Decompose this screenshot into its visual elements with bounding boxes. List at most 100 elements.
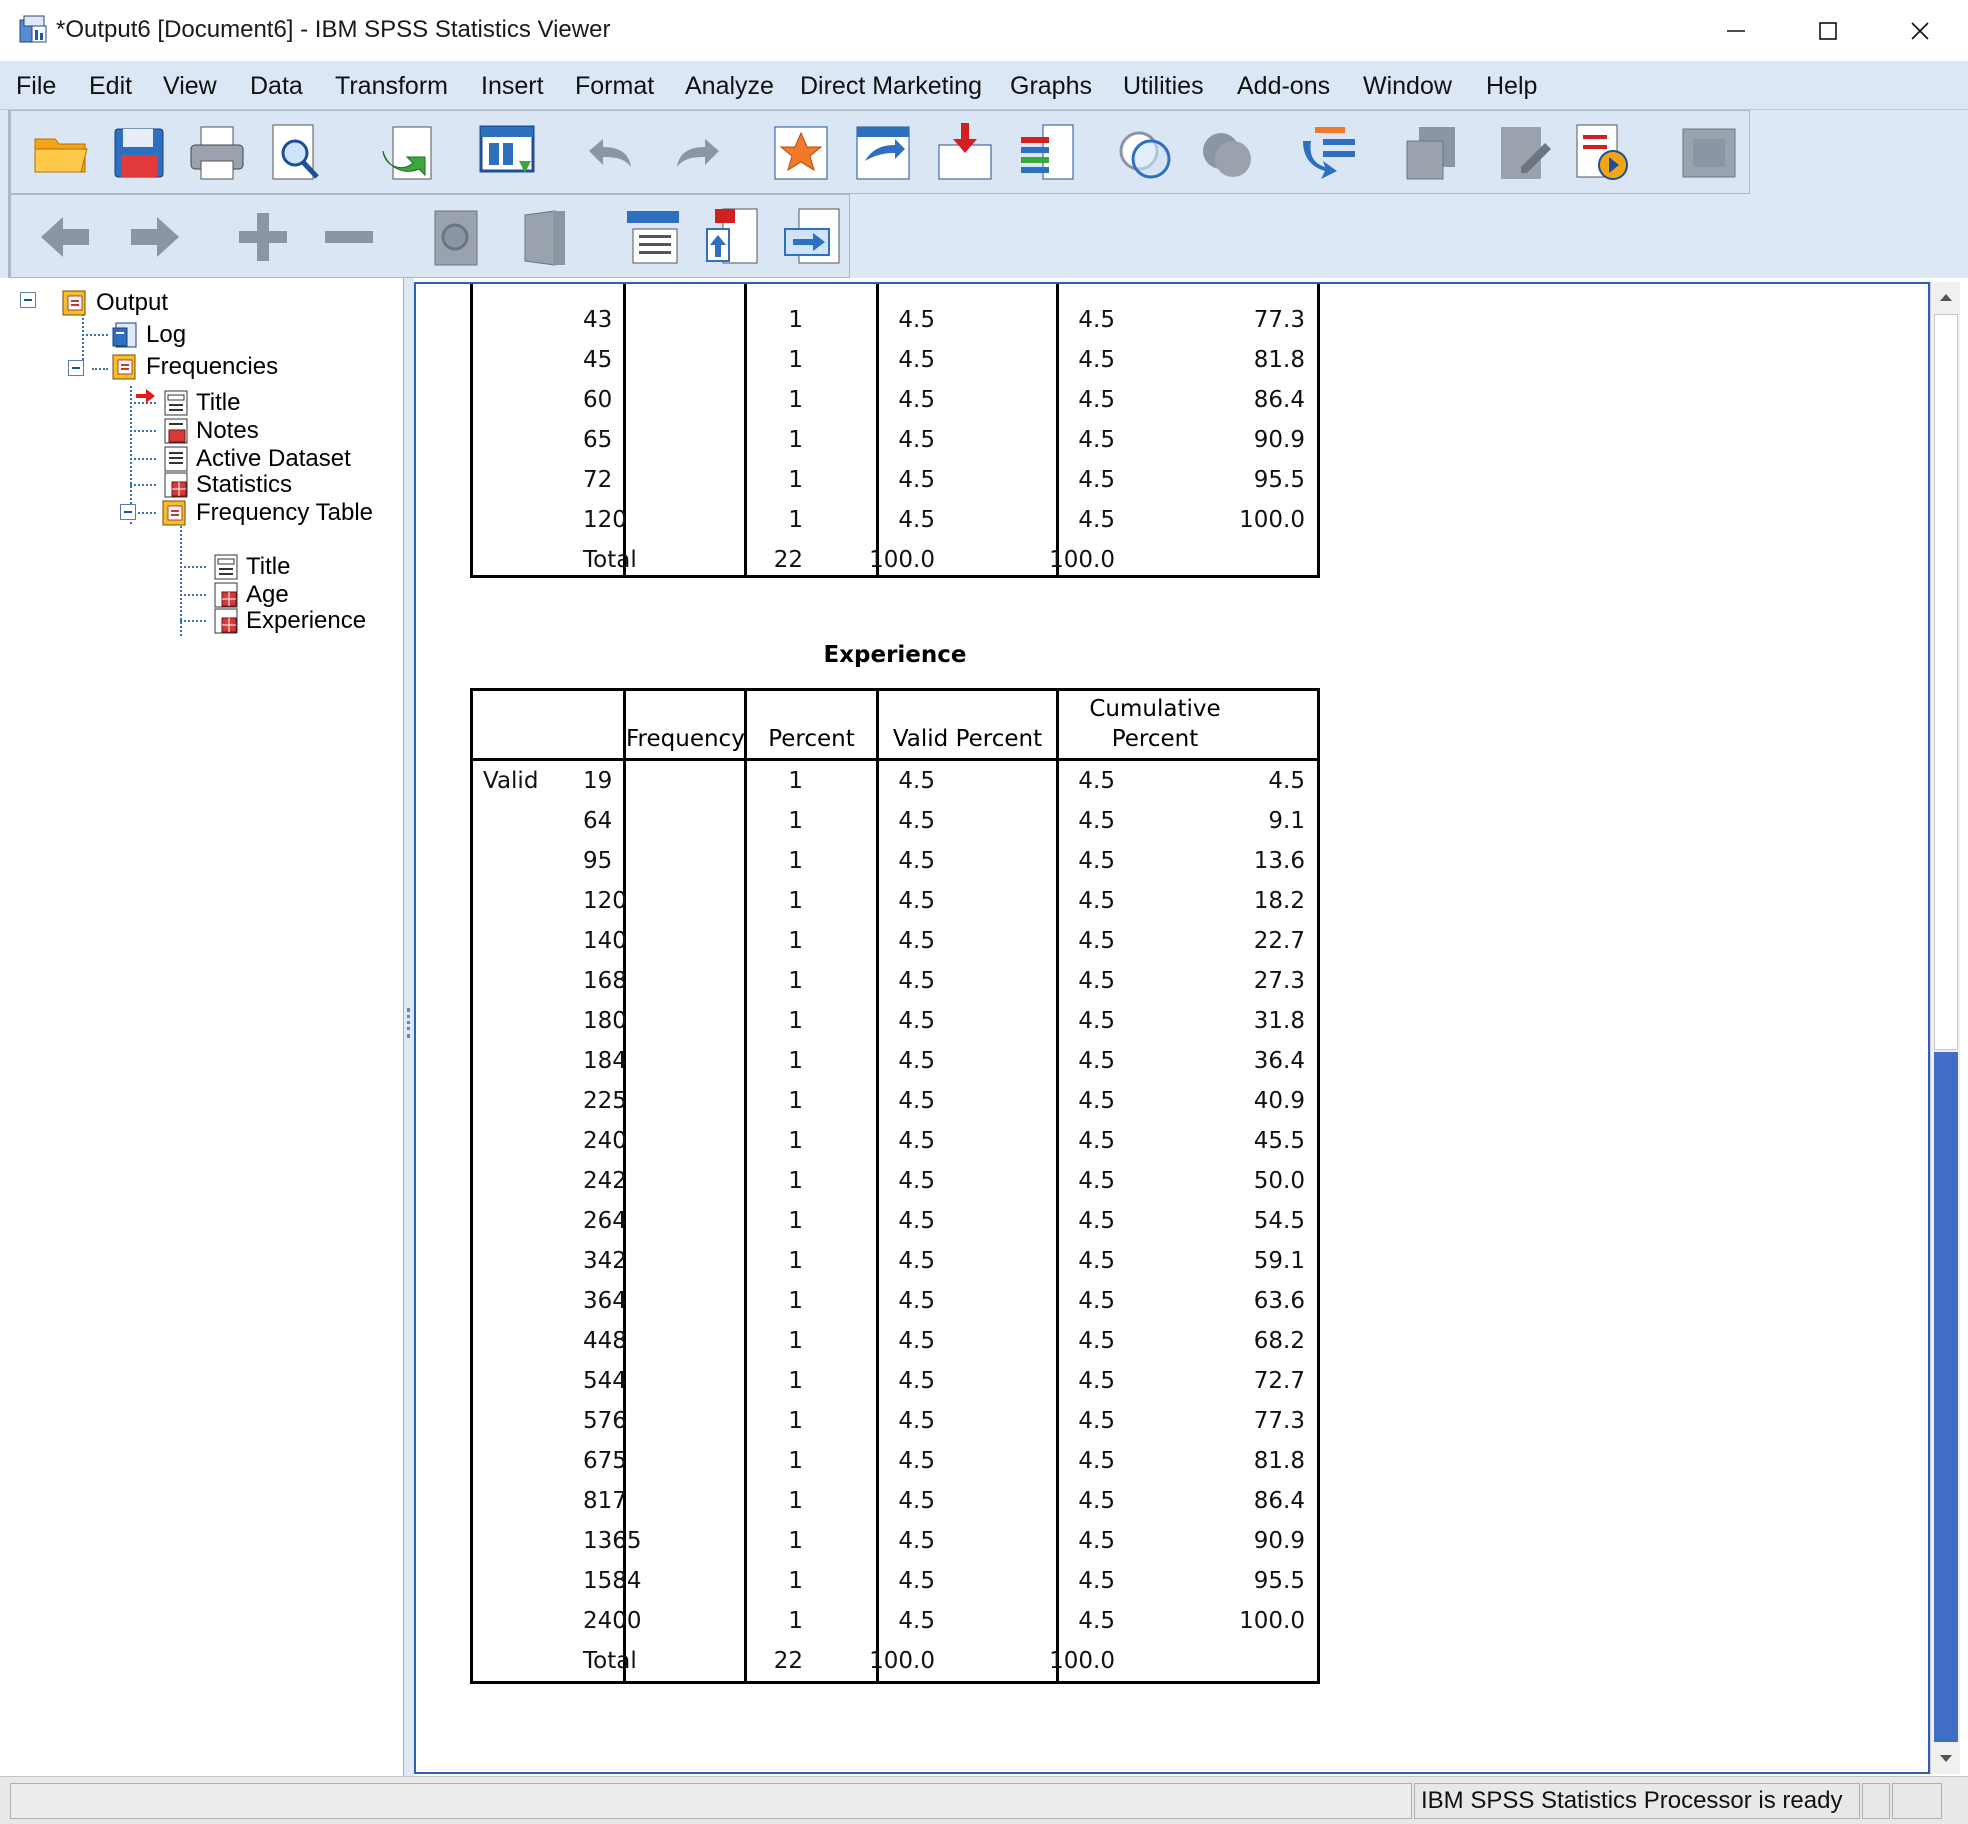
print-icon[interactable] (185, 121, 249, 185)
menu-analyze[interactable]: Analyze (685, 72, 774, 101)
total-label: Total (583, 1648, 637, 1674)
expand-icon[interactable] (231, 205, 295, 269)
tree-item-title-2[interactable]: Title (210, 552, 290, 582)
run-script-icon[interactable] (1569, 121, 1633, 185)
scroll-up-button[interactable] (1931, 282, 1961, 312)
row-value: 19 (583, 768, 613, 794)
recall-dialog-icon[interactable] (475, 121, 539, 185)
redo-icon[interactable] (667, 121, 731, 185)
collapse-output-toggle[interactable] (20, 292, 36, 308)
row-cumulative-percent: 50.0 (1253, 1168, 1305, 1194)
row-valid-percent: 4.5 (1078, 928, 1115, 954)
venn-icon[interactable] (1113, 121, 1177, 185)
menu-utilities[interactable]: Utilities (1123, 72, 1204, 101)
status-panel (1862, 1783, 1890, 1819)
variables-icon[interactable] (1015, 121, 1079, 185)
menu-view[interactable]: View (163, 72, 217, 101)
maximize-button[interactable] (1782, 0, 1874, 62)
row-cumulative-percent: 36.4 (1253, 1048, 1305, 1074)
spss-app-icon (19, 15, 47, 43)
menu-transform[interactable]: Transform (335, 72, 448, 101)
row-frequency: 1 (788, 467, 803, 493)
row-value: 448 (583, 1328, 627, 1354)
insert-text-icon[interactable] (781, 205, 845, 269)
open-icon[interactable] (29, 121, 93, 185)
scroll-thumb[interactable] (1934, 314, 1958, 1050)
circles-icon[interactable] (1195, 121, 1259, 185)
save-icon[interactable] (107, 121, 171, 185)
row-value: 364 (583, 1288, 627, 1314)
book-icon (112, 354, 136, 380)
age-frequency-table: 43 1 4.5 4.5 77.3 45 1 4.5 4.5 81.8 60 1 4.5 4.5 86.4 6… (470, 284, 1320, 580)
menu-graphs[interactable]: Graphs (1010, 72, 1092, 101)
goto-case-icon[interactable] (851, 121, 915, 185)
row-valid-percent: 4.5 (1078, 387, 1115, 413)
table-row: 168 1 4.5 4.5 27.3 (473, 961, 1317, 1001)
forward-icon[interactable] (123, 205, 187, 269)
row-value: 43 (583, 307, 613, 333)
menu-window[interactable]: Window (1363, 72, 1452, 101)
scroll-down-button[interactable] (1931, 1744, 1961, 1774)
tree-connector (180, 594, 206, 596)
menu-file[interactable]: File (16, 72, 56, 101)
total-valid-percent: 100.0 (1049, 547, 1115, 573)
table-row: 65 1 4.5 4.5 90.9 (473, 420, 1317, 460)
collapse-frequencies-toggle[interactable] (68, 360, 84, 376)
menu-add-ons[interactable]: Add-ons (1237, 72, 1330, 101)
table-row: 675 1 4.5 4.5 81.8 (473, 1441, 1317, 1481)
back-icon[interactable] (33, 205, 97, 269)
tree-item-log[interactable]: Log (110, 320, 186, 350)
minimize-button[interactable] (1690, 0, 1782, 62)
row-frequency: 1 (788, 507, 803, 533)
menu-direct-marketing[interactable]: Direct Marketing (800, 72, 982, 101)
row-frequency: 1 (788, 1288, 803, 1314)
insert-title-icon[interactable] (701, 205, 765, 269)
total-percent: 100.0 (869, 1648, 935, 1674)
age-table-body: 43 1 4.5 4.5 77.3 45 1 4.5 4.5 81.8 60 1 4.5 4.5 86.4 6… (473, 300, 1317, 540)
vertical-scrollbar[interactable] (1930, 282, 1960, 1774)
scroll-track-lower[interactable] (1934, 1052, 1958, 1742)
row-value: 240 (583, 1128, 627, 1154)
edit-icon[interactable] (1491, 121, 1555, 185)
designate-window-icon[interactable] (1399, 121, 1463, 185)
tree-item-statistics[interactable]: Statistics (160, 470, 292, 500)
tree-item-label: Frequency Table (196, 499, 373, 526)
menu-data[interactable]: Data (250, 72, 303, 101)
use-sets-icon[interactable] (1297, 121, 1361, 185)
tree-item-output[interactable]: Output (60, 288, 168, 318)
menu-insert[interactable]: Insert (481, 72, 544, 101)
output-content-pane[interactable]: 43 1 4.5 4.5 77.3 45 1 4.5 4.5 81.8 60 1 4.5 4.5 86.4 6… (414, 282, 1930, 1774)
print-preview-icon[interactable] (263, 121, 327, 185)
goto-variable-icon[interactable] (933, 121, 997, 185)
hide-icon[interactable] (513, 205, 577, 269)
table-header: Frequency Percent Valid Percent Cumulati… (473, 691, 1317, 761)
tree-item-frequency-table[interactable]: Frequency Table (160, 498, 373, 528)
goto-data-icon[interactable] (769, 121, 833, 185)
menu-format[interactable]: Format (575, 72, 654, 101)
tree-item-experience[interactable]: Experience (210, 606, 366, 636)
undo-icon[interactable] (577, 121, 641, 185)
table-row: 180 1 4.5 4.5 31.8 (473, 1001, 1317, 1041)
age-total-row: Total 22 100.0 100.0 (473, 540, 1317, 580)
show-icon[interactable] (425, 205, 489, 269)
close-button[interactable] (1874, 0, 1966, 62)
collapse-frequency-table-toggle[interactable] (120, 504, 136, 520)
menu-help[interactable]: Help (1486, 72, 1537, 101)
row-value: 120 (583, 888, 627, 914)
tree-item-frequencies[interactable]: Frequencies (110, 352, 278, 382)
pane-splitter[interactable] (404, 278, 414, 1776)
splitter-grip[interactable] (407, 1008, 411, 1038)
disabled-icon[interactable] (1677, 121, 1741, 185)
insert-heading-icon[interactable] (621, 205, 685, 269)
minimize-icon (1727, 30, 1745, 32)
menu-edit[interactable]: Edit (89, 72, 132, 101)
tree-item-notes[interactable]: Notes (160, 416, 259, 446)
row-cumulative-percent: 63.6 (1253, 1288, 1305, 1314)
row-valid-percent: 4.5 (1078, 1368, 1115, 1394)
export-icon[interactable] (375, 121, 439, 185)
row-percent: 4.5 (898, 1248, 935, 1274)
row-value: 1584 (583, 1568, 642, 1594)
collapse-icon[interactable] (317, 205, 381, 269)
row-value: 65 (583, 427, 613, 453)
tree-item-title[interactable]: Title (160, 388, 240, 418)
